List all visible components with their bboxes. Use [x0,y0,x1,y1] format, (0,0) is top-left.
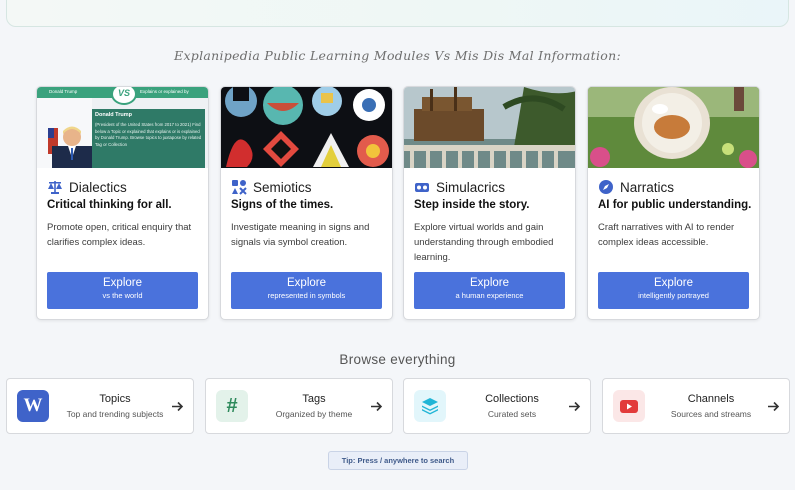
button-sublabel: represented in symbols [267,291,346,300]
explore-semiotics-button[interactable]: Explore represented in symbols [231,272,382,309]
dialectics-image-left-header: Donald Trump [49,89,78,94]
button-label: Explore [470,277,509,289]
simulacrics-image [404,87,575,168]
card-description: Craft narratives with AI to render compl… [598,222,735,248]
button-sublabel: a human experience [455,291,524,300]
layers-icon [414,390,446,422]
scales-icon [48,181,62,194]
search-tip: Tip: Press / anywhere to search [328,451,468,470]
browse-subtitle: Organized by theme [275,409,353,419]
explore-dialectics-button[interactable]: Explore vs the world [47,272,198,309]
card-title: Semiotics [253,179,312,195]
vr-headset-icon [415,183,429,192]
card-title: Narratics [620,179,675,195]
arrow-right-icon [172,401,184,412]
card-tagline: Critical thinking for all. [47,199,172,211]
card-description: Promote open, critical enquiry that clar… [47,222,192,248]
browse-collections-card[interactable]: Collections Curated sets [403,378,591,434]
browse-tags-card[interactable]: # Tags Organized by theme [205,378,393,434]
narratics-image [588,87,759,168]
card-tagline: Signs of the times. [231,199,334,211]
arrow-right-icon [371,401,383,412]
button-sublabel: vs the world [102,291,143,300]
button-label: Explore [287,277,326,289]
browse-subtitle: Top and trending subjects [66,409,164,419]
browse-subtitle: Sources and streams [670,409,752,419]
module-card-simulacrics: Simulacrics Step inside the story. Explo… [403,86,576,320]
browse-title: Collections [485,393,539,405]
hashtag-icon: # [216,390,248,422]
browse-channels-card[interactable]: Channels Sources and streams [602,378,790,434]
card-description: Investigate meaning in signs and signals… [231,222,370,248]
browse-subtitle: Curated sets [487,409,537,419]
browse-title: Channels [687,393,735,405]
module-card-dialectics: Donald Trump Explains or explained by VS… [36,86,209,320]
arrow-right-icon [768,401,780,412]
arrow-right-icon [569,401,581,412]
wikipedia-w-icon: W [17,390,49,422]
browse-title: Topics [99,393,131,405]
module-card-narratics: Narratics AI for public understanding. C… [587,86,760,320]
dialectics-image-panel-title: Donald Trump [95,112,132,118]
dialectics-image: Donald Trump Explains or explained by VS… [37,87,208,168]
button-sublabel: intelligently portrayed [638,291,709,300]
shapes-icon [232,180,247,195]
dialectics-image-right-header: Explains or explained by [140,89,189,94]
top-banner [6,0,789,27]
card-title: Simulacrics [436,179,506,195]
modules-heading: Explanipedia Public Learning Modules Vs … [174,48,621,63]
card-tagline: Step inside the story. [414,199,530,211]
card-title: Dialectics [69,179,127,195]
compass-icon [599,180,613,194]
browse-heading: Browse everything [339,352,456,367]
button-label: Explore [103,277,142,289]
browse-topics-card[interactable]: W Topics Top and trending subjects [6,378,194,434]
portrait-image [48,126,92,168]
module-card-semiotics: Semiotics Signs of the times. Investigat… [220,86,393,320]
browse-title: Tags [302,393,326,405]
explore-simulacrics-button[interactable]: Explore a human experience [414,272,565,309]
dialectics-image-panel-text: (President of the United States from 201… [95,122,202,147]
button-label: Explore [654,277,693,289]
card-description: Explore virtual worlds and gain understa… [414,222,554,263]
explore-narratics-button[interactable]: Explore intelligently portrayed [598,272,749,309]
card-tagline: AI for public understanding. [598,199,752,211]
semiotics-image [221,87,392,168]
youtube-icon [613,390,645,422]
